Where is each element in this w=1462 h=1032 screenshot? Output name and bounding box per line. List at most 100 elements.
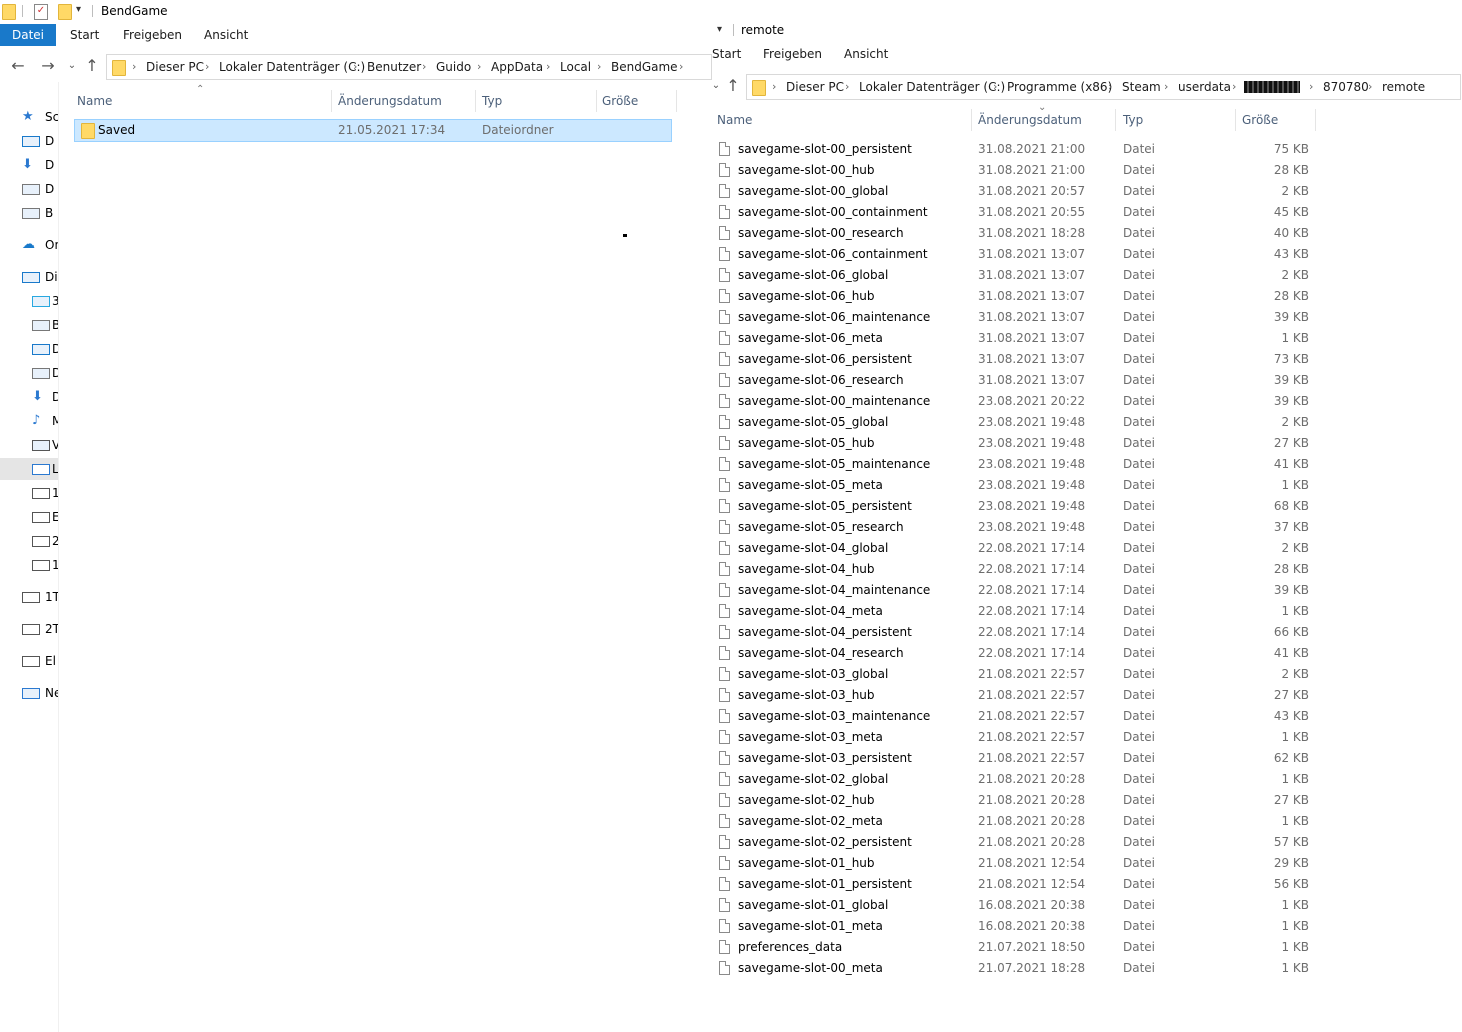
chevron-right-icon[interactable]: › — [679, 55, 683, 79]
table-row[interactable]: savegame-slot-01_persistent 21.08.2021 12… — [717, 874, 1317, 895]
table-row[interactable]: savegame-slot-02_hub 21.08.2021 20:28 Date… — [717, 790, 1317, 811]
sidebar-item[interactable]: 2 — [22, 531, 58, 551]
chevron-right-icon[interactable]: › — [477, 55, 481, 79]
chevron-right-icon[interactable]: › — [1108, 75, 1112, 99]
address-bar[interactable]: › Dieser PC › Lokaler Datenträger (C:) ›… — [746, 74, 1461, 100]
column-type[interactable]: Typ — [482, 90, 502, 112]
sidebar-item[interactable]: E — [22, 507, 58, 527]
back-button[interactable]: ← — [8, 50, 28, 82]
sidebar-item[interactable]: B — [12, 203, 53, 223]
table-row[interactable]: savegame-slot-04_persistent 22.08.2021 17… — [717, 622, 1317, 643]
table-row[interactable]: savegame-slot-04_meta 22.08.2021 17:14 Dat… — [717, 601, 1317, 622]
breadcrumb-item[interactable]: Local — [560, 55, 591, 79]
table-row[interactable]: savegame-slot-05_meta 23.08.2021 19:48 Dat… — [717, 475, 1317, 496]
sidebar-item[interactable]: B — [22, 315, 58, 335]
table-row[interactable]: savegame-slot-05_global 23.08.2021 19:48 D… — [717, 412, 1317, 433]
sidebar-item[interactable]: 1 — [22, 555, 58, 575]
sidebar-item[interactable]: D — [22, 339, 58, 359]
table-row[interactable]: savegame-slot-00_global 31.08.2021 20:57 D… — [717, 181, 1317, 202]
table-row[interactable]: savegame-slot-04_research 22.08.2021 17:1… — [717, 643, 1317, 664]
table-row[interactable]: savegame-slot-00_maintenance 23.08.2021 2… — [717, 391, 1317, 412]
sidebar-item[interactable]: Di — [12, 267, 58, 287]
sidebar-item[interactable]: ☁ On — [12, 235, 58, 255]
sidebar-item[interactable]: 1 — [22, 483, 58, 503]
table-row[interactable]: savegame-slot-04_maintenance 22.08.2021 1… — [717, 580, 1317, 601]
table-row[interactable]: savegame-slot-02_persistent 21.08.2021 20… — [717, 832, 1317, 853]
table-row[interactable]: savegame-slot-03_maintenance 21.08.2021 2… — [717, 706, 1317, 727]
chevron-right-icon[interactable]: › — [353, 55, 357, 79]
chevron-right-icon[interactable]: › — [1232, 75, 1236, 99]
tab-share[interactable]: Freigeben — [123, 24, 182, 46]
table-row[interactable]: savegame-slot-05_research 23.08.2021 19:4… — [717, 517, 1317, 538]
table-row[interactable]: savegame-slot-05_maintenance 23.08.2021 1… — [717, 454, 1317, 475]
breadcrumb-item[interactable]: remote — [1382, 75, 1425, 99]
sidebar-item[interactable]: V — [22, 435, 58, 455]
table-row[interactable]: savegame-slot-06_persistent 31.08.2021 13… — [717, 349, 1317, 370]
table-row[interactable]: savegame-slot-06_meta 31.08.2021 13:07 Dat… — [717, 328, 1317, 349]
new-folder-icon[interactable] — [58, 4, 72, 20]
table-row[interactable]: savegame-slot-03_persistent 21.08.2021 22… — [717, 748, 1317, 769]
sidebar-item[interactable]: El — [12, 651, 56, 671]
breadcrumb-item[interactable]: Benutzer — [367, 55, 421, 79]
breadcrumb-item[interactable]: Dieser PC — [786, 75, 844, 99]
breadcrumb-item[interactable]: BendGame — [611, 55, 678, 79]
tab-view[interactable]: Ansicht — [844, 43, 888, 65]
tab-share[interactable]: Freigeben — [763, 43, 822, 65]
table-row[interactable]: savegame-slot-02_meta 21.08.2021 20:28 Dat… — [717, 811, 1317, 832]
table-row[interactable]: savegame-slot-04_hub 22.08.2021 17:14 Date… — [717, 559, 1317, 580]
table-row[interactable]: preferences_data 21.07.2021 18:50 Datei 1 K… — [717, 937, 1317, 958]
sidebar-item[interactable]: 2T — [12, 619, 58, 639]
chevron-right-icon[interactable]: › — [993, 75, 997, 99]
chevron-right-icon[interactable]: › — [205, 55, 209, 79]
sidebar-item[interactable]: 1T — [12, 587, 58, 607]
table-row[interactable]: savegame-slot-06_maintenance 31.08.2021 1… — [717, 307, 1317, 328]
sidebar-item[interactable]: D — [12, 179, 54, 199]
column-date[interactable]: Änderungsdatum — [978, 109, 1082, 131]
chevron-right-icon[interactable]: › — [597, 55, 601, 79]
column-date[interactable]: Änderungsdatum — [338, 90, 442, 112]
column-name[interactable]: Name — [717, 109, 752, 131]
column-name[interactable]: Name — [77, 90, 112, 112]
table-row[interactable]: savegame-slot-06_containment 31.08.2021 1… — [717, 244, 1317, 265]
chevron-right-icon[interactable]: › — [1309, 75, 1313, 99]
column-type[interactable]: Typ — [1123, 109, 1143, 131]
column-size[interactable]: Größe — [1242, 109, 1278, 131]
address-bar[interactable]: › Dieser PC › Lokaler Datenträger (C:) ›… — [106, 54, 712, 80]
table-row[interactable]: savegame-slot-01_hub 21.08.2021 12:54 Date… — [717, 853, 1317, 874]
table-row[interactable]: savegame-slot-01_global 16.08.2021 20:38 D… — [717, 895, 1317, 916]
breadcrumb-item[interactable]: Lokaler Datenträger (C:) — [859, 75, 1005, 99]
table-row[interactable]: savegame-slot-00_research 31.08.2021 18:2… — [717, 223, 1317, 244]
breadcrumb-item[interactable]: Programme (x86) — [1007, 75, 1112, 99]
tab-file[interactable]: Datei — [0, 24, 56, 46]
sidebar-item[interactable]: ★ Sc — [12, 107, 58, 127]
chevron-right-icon[interactable]: › — [422, 55, 426, 79]
table-row[interactable]: savegame-slot-01_meta 16.08.2021 20:38 Dat… — [717, 916, 1317, 937]
breadcrumb-item[interactable]: Steam — [1122, 75, 1161, 99]
tab-start[interactable]: Start — [712, 43, 741, 65]
sidebar-item[interactable]: ⬇ D — [22, 387, 58, 407]
tab-start[interactable]: Start — [70, 24, 99, 46]
recent-locations-dropdown[interactable]: ⌄ — [62, 50, 82, 82]
chevron-right-icon[interactable]: › — [845, 75, 849, 99]
table-row[interactable]: savegame-slot-06_hub 31.08.2021 13:07 Date… — [717, 286, 1317, 307]
table-row[interactable]: savegame-slot-00_containment 31.08.2021 2… — [717, 202, 1317, 223]
sidebar-item[interactable]: D — [12, 131, 54, 151]
sidebar-item[interactable]: L — [22, 459, 58, 479]
table-row[interactable]: savegame-slot-04_global 22.08.2021 17:14 D… — [717, 538, 1317, 559]
sidebar-item[interactable]: ♪ M — [22, 411, 58, 431]
table-row[interactable]: savegame-slot-06_research 31.08.2021 13:0… — [717, 370, 1317, 391]
sidebar-item[interactable]: ⬇ D — [12, 155, 54, 175]
tab-view[interactable]: Ansicht — [204, 24, 248, 46]
breadcrumb-item[interactable]: Lokaler Datenträger (C:) — [219, 55, 365, 79]
chevron-right-icon[interactable]: › — [132, 55, 136, 79]
quick-access-dropdown-icon[interactable]: ▾ — [717, 24, 722, 35]
table-row[interactable]: savegame-slot-05_persistent 23.08.2021 19… — [717, 496, 1317, 517]
table-row[interactable]: savegame-slot-03_hub 21.08.2021 22:57 Date… — [717, 685, 1317, 706]
up-button[interactable]: ↑ — [723, 70, 743, 102]
table-row[interactable]: savegame-slot-02_global 21.08.2021 20:28 D… — [717, 769, 1317, 790]
table-row[interactable]: savegame-slot-00_meta 21.07.2021 18:28 Dat… — [717, 958, 1317, 979]
chevron-right-icon[interactable]: › — [546, 55, 550, 79]
up-button[interactable]: ↑ — [82, 50, 102, 82]
column-size[interactable]: Größe — [602, 90, 638, 112]
sidebar-item[interactable]: D — [22, 363, 58, 383]
